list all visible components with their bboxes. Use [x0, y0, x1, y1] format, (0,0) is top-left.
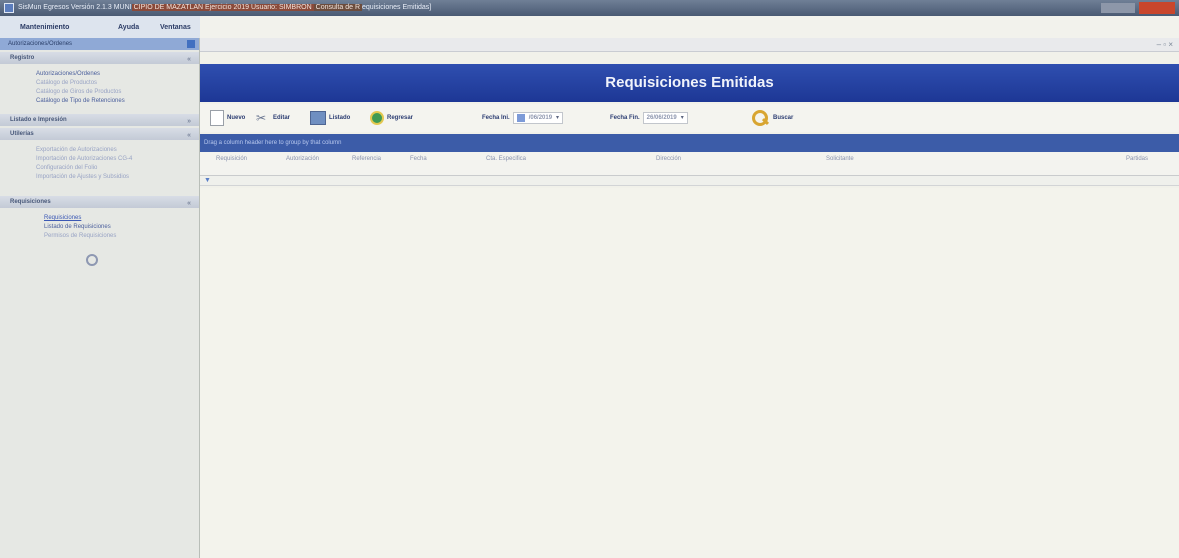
group-requisiciones[interactable]: Requisiciones «	[0, 196, 199, 208]
group-utilerias-label: Utilerías	[10, 131, 34, 137]
fecha-fin-input[interactable]: 26/06/2019 ▾	[642, 112, 688, 124]
col-requisicion[interactable]: Requisición	[216, 156, 247, 162]
group-registro[interactable]: Registro «	[0, 52, 199, 64]
col-cta-especifica[interactable]: Cta. Especifica	[486, 156, 526, 162]
printer-icon	[310, 111, 326, 125]
nuevo-button[interactable]: Nuevo	[210, 110, 245, 126]
collapse-icon[interactable]: «	[187, 130, 191, 142]
group-utilerias-items: Exportación de Autorizaciones Importació…	[0, 140, 199, 188]
sidebar-item-configuracion[interactable]: Configuración del Folio	[36, 164, 199, 173]
window-title-highlight-2: Consulta de R	[313, 4, 362, 11]
listado-button[interactable]: Listado	[310, 110, 350, 126]
menu-ayuda[interactable]: Ayuda	[118, 24, 139, 31]
window-title-highlight: CIPIO DE MAZATLAN Ejercicio 2019 Usuario…	[131, 4, 314, 11]
page-title: Requisiciones Emitidas	[200, 64, 1179, 102]
grid-body[interactable]	[200, 188, 1179, 558]
group-registro-items: Autorizaciones/Ordenes Catálogo de Produ…	[0, 64, 199, 112]
col-autorizacion[interactable]: Autorización	[286, 156, 319, 162]
sidebar-item-exportacion[interactable]: Exportación de Autorizaciones	[36, 146, 199, 155]
regresar-button[interactable]: Regresar	[370, 110, 413, 126]
sidebar-item-autorizaciones[interactable]: Autorizaciones/Ordenes	[36, 70, 199, 79]
col-direccion[interactable]: Dirección	[656, 156, 681, 162]
fecha-ini-group: Fecha Ini. /06/2019 ▾	[482, 110, 564, 126]
fecha-fin-group: Fecha Fin. 26/06/2019 ▾	[610, 110, 688, 126]
minimize-button[interactable]	[1101, 3, 1135, 13]
collapse-icon[interactable]: «	[187, 198, 191, 210]
pin-icon[interactable]	[187, 40, 195, 48]
window-title-suffix: equisiciones Emitidas]	[362, 4, 432, 11]
sidebar-item-catalogo-retenciones[interactable]: Catálogo de Tipo de Retenciones	[36, 97, 199, 106]
sidebar-item-catalogo-productos[interactable]: Catálogo de Productos	[36, 79, 199, 88]
fecha-ini-label: Fecha Ini.	[482, 115, 510, 121]
calendar-icon	[516, 114, 525, 122]
menu-ventanas[interactable]: Ventanas	[160, 24, 191, 31]
group-requisiciones-items: Requisiciones Listado de Requisiciones P…	[0, 208, 199, 247]
buscar-label: Buscar	[773, 115, 794, 121]
nuevo-label: Nuevo	[227, 115, 246, 121]
sidebar-item-listado-requisiciones[interactable]: Listado de Requisiciones	[44, 223, 199, 232]
group-by-panel[interactable]: Drag a column header here to group by th…	[200, 134, 1179, 152]
sidebar: Autorizaciones/Ordenes Registro « Autori…	[0, 38, 200, 558]
collapse-icon[interactable]: «	[187, 54, 191, 66]
window-title-prefix: SisMun Egresos Versión 2.1.3 MUNI	[18, 4, 132, 11]
regresar-label: Regresar	[387, 115, 414, 121]
dropdown-arrow-icon[interactable]: ▾	[681, 113, 684, 123]
group-registro-label: Registro	[10, 55, 35, 61]
fecha-ini-value: /06/2019	[528, 115, 553, 121]
grid-header: Requisición Autorización Referencia Fech…	[200, 152, 1179, 176]
back-icon	[370, 111, 384, 125]
col-referencia[interactable]: Referencia	[352, 156, 381, 162]
window-titlebar: SisMun Egresos Versión 2.1.3 MUNI CIPIO D…	[0, 0, 1179, 16]
mdi-tab-strip: – ▫ ×	[200, 38, 1179, 52]
col-solicitante[interactable]: Solicitante	[826, 156, 854, 162]
group-requisiciones-label: Requisiciones	[10, 199, 51, 205]
fecha-ini-input[interactable]: /06/2019 ▾	[512, 112, 564, 124]
sidebar-item-importacion[interactable]: Importación de Autorizaciones CG-4	[36, 155, 199, 164]
sidebar-item-permisos-requisiciones[interactable]: Permisos de Requisiciones	[44, 232, 199, 241]
group-utilerias[interactable]: Utilerías «	[0, 128, 199, 140]
new-document-icon	[210, 110, 224, 126]
sidebar-header: Autorizaciones/Ordenes	[0, 38, 199, 50]
menu-mantenimiento[interactable]: Mantenimiento	[20, 24, 69, 31]
filter-icon[interactable]: ▼	[204, 177, 211, 184]
editar-button[interactable]: ✂ Editar	[256, 110, 290, 126]
fecha-fin-label: Fecha Fin.	[610, 115, 640, 121]
close-button[interactable]	[1139, 2, 1175, 14]
fecha-fin-value: 26/06/2019	[646, 115, 677, 121]
menubar: Mantenimiento Ayuda Ventanas	[0, 16, 200, 38]
expand-icon[interactable]: »	[187, 116, 191, 128]
grid-filter-row[interactable]: ▼	[200, 176, 1179, 186]
sidebar-item-ajustes[interactable]: Importación de Ajustes y Subsidios	[36, 173, 199, 182]
sidebar-item-catalogo-giros[interactable]: Catálogo de Giros de Productos	[36, 88, 199, 97]
editar-label: Editar	[273, 115, 291, 121]
group-by-hint: Drag a column header here to group by th…	[204, 140, 342, 146]
group-listado-label: Listado e Impresión	[10, 117, 67, 123]
mdi-window-controls[interactable]: – ▫ ×	[1157, 40, 1173, 49]
buscar-button[interactable]: Buscar	[752, 110, 793, 126]
edit-icon: ✂	[256, 111, 267, 125]
col-fecha[interactable]: Fecha	[410, 156, 427, 162]
toolbar: Nuevo ✂ Editar Listado Regresar Fecha In…	[200, 104, 1179, 132]
listado-label: Listado	[329, 115, 351, 121]
sidebar-item-requisiciones[interactable]: Requisiciones	[44, 214, 199, 223]
sidebar-header-label: Autorizaciones/Ordenes	[8, 41, 73, 47]
col-partidas[interactable]: Partidas	[1126, 156, 1148, 162]
main-content: Requisiciones Emitidas Nuevo ✂ Editar Li…	[200, 52, 1179, 558]
dropdown-arrow-icon[interactable]: ▾	[556, 113, 559, 123]
group-listado[interactable]: Listado e Impresión »	[0, 114, 199, 126]
mouse-cursor-icon	[86, 254, 98, 266]
search-icon	[752, 110, 770, 126]
app-icon	[4, 3, 14, 13]
